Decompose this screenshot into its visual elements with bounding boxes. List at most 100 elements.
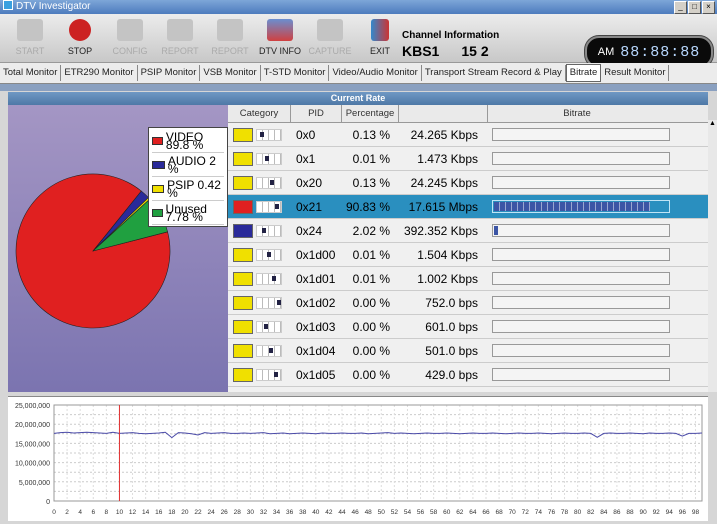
window-title: DTV Investigator — [16, 1, 91, 12]
bitrate-bar — [492, 176, 670, 189]
y-tick-label: 10,000,000 — [15, 461, 50, 468]
bitrate-bar-cell — [484, 128, 670, 141]
clock-ampm: AM — [597, 46, 615, 58]
bitrate-bar-fill — [494, 202, 651, 211]
clock-time: 88:88:88 — [620, 43, 701, 61]
table-row[interactable]: 0x1d03 0.00 % 601.0 bps — [228, 315, 708, 339]
report-2-button[interactable]: REPORT — [206, 16, 254, 60]
exit-button[interactable]: EXIT — [356, 16, 404, 60]
table-row[interactable]: 0x24 2.02 % 392.352 Kbps — [228, 219, 708, 243]
x-tick-label: 90 — [639, 509, 647, 516]
close-icon[interactable]: × — [702, 1, 715, 14]
category-mini-indicator — [256, 248, 282, 261]
pid-cell: 0x1d03 — [296, 319, 336, 334]
bitrate-bar — [492, 272, 670, 285]
tab-ts-record-play[interactable]: Transport Stream Record & Play — [422, 65, 566, 81]
category-cell — [228, 199, 290, 214]
table-row[interactable]: 0x20 0.13 % 24.245 Kbps — [228, 171, 708, 195]
x-tick-label: 16 — [155, 509, 163, 516]
rate-cell: 601.0 bps — [425, 319, 478, 334]
tab-total-monitor[interactable]: Total Monitor — [0, 65, 62, 81]
x-tick-label: 26 — [221, 509, 229, 516]
legend-swatch — [152, 160, 165, 169]
bitrate-bar-cell — [484, 320, 670, 333]
table-row[interactable]: 0x1 0.01 % 1.473 Kbps — [228, 147, 708, 171]
percentage-cell: 0.01 % — [352, 271, 390, 286]
scroll-up-icon[interactable]: ▲ — [708, 120, 717, 129]
tab-etr290-monitor[interactable]: ETR290 Monitor — [61, 65, 138, 81]
x-tick-label: 24 — [207, 509, 215, 516]
x-tick-label: 40 — [312, 509, 320, 516]
category-color-swatch — [233, 247, 253, 262]
x-tick-label: 82 — [587, 509, 595, 516]
x-tick-label: 0 — [52, 509, 56, 516]
table-scrollbar[interactable]: ▲ — [708, 120, 717, 392]
col-bitrate[interactable]: Bitrate — [488, 105, 666, 122]
category-cell — [228, 223, 290, 238]
exit-door-icon — [371, 19, 389, 41]
tab-result-monitor[interactable]: Result Monitor — [601, 65, 670, 81]
capture-button[interactable]: CAPTURE — [306, 16, 354, 60]
monitor-tabs: Total Monitor ETR290 Monitor PSIP Monito… — [0, 63, 717, 84]
table-row[interactable]: 0x1d04 0.00 % 501.0 bps — [228, 339, 708, 363]
tab-tstd-monitor[interactable]: T-STD Monitor — [261, 65, 330, 81]
category-mini-indicator — [256, 368, 282, 381]
table-row[interactable]: 0x0 0.13 % 24.265 Kbps — [228, 123, 708, 147]
percentage-cell: 0.13 % — [352, 175, 390, 190]
category-mini-indicator — [256, 272, 282, 285]
capture-icon — [317, 19, 343, 41]
tab-video-audio-monitor[interactable]: Video/Audio Monitor — [329, 65, 422, 81]
x-tick-label: 62 — [456, 509, 464, 516]
maximize-icon[interactable]: □ — [688, 1, 701, 14]
col-category[interactable]: Category — [228, 105, 291, 122]
bitrate-bar-cell — [484, 224, 670, 237]
x-tick-label: 64 — [469, 509, 477, 516]
tab-psip-monitor[interactable]: PSIP Monitor — [138, 65, 201, 81]
dtv-info-button[interactable]: DTV INFO — [256, 16, 304, 60]
document-icon — [217, 19, 243, 41]
rate-cell: 24.265 Kbps — [410, 127, 478, 142]
x-tick-label: 66 — [482, 509, 490, 516]
start-button[interactable]: START — [6, 16, 54, 60]
report-button[interactable]: REPORT — [156, 16, 204, 60]
table-body: 0x0 0.13 % 24.265 Kbps 0x1 0.01 % 1.473 Kbps 0… — [228, 123, 708, 387]
col-percentage[interactable]: Percentage — [342, 105, 399, 122]
bitrate-bar — [492, 296, 670, 309]
x-tick-label: 50 — [378, 509, 386, 516]
col-rate[interactable] — [399, 105, 488, 122]
minimize-icon[interactable]: _ — [674, 1, 687, 14]
bitrate-bar-cell — [484, 272, 670, 285]
x-tick-label: 78 — [561, 509, 569, 516]
legend-item-unused: Unused 7.78 % — [152, 201, 224, 225]
col-pid[interactable]: PID — [291, 105, 342, 122]
x-tick-label: 74 — [535, 509, 543, 516]
title-bar: DTV Investigator _ □ × — [0, 0, 717, 14]
tab-bitrate[interactable]: Bitrate — [565, 64, 602, 82]
tab-vsb-monitor[interactable]: VSB Monitor — [200, 65, 261, 81]
bitrate-bar-cell — [484, 176, 670, 189]
monitor-icon — [17, 19, 43, 41]
pid-cell: 0x21 — [296, 199, 323, 214]
legend-item-video: VIDEO 89.8 % — [152, 129, 224, 153]
stop-button[interactable]: STOP — [56, 16, 104, 60]
percentage-cell: 0.00 % — [352, 367, 390, 382]
x-tick-label: 86 — [613, 509, 621, 516]
table-row[interactable]: 0x1d01 0.01 % 1.002 Kbps — [228, 267, 708, 291]
table-row[interactable]: 0x1d02 0.00 % 752.0 bps — [228, 291, 708, 315]
x-tick-label: 20 — [181, 509, 189, 516]
percentage-cell: 0.00 % — [352, 295, 390, 310]
x-tick-label: 46 — [351, 509, 359, 516]
report-icon — [167, 19, 193, 41]
table-row[interactable]: 0x1d05 0.00 % 429.0 bps — [228, 363, 708, 387]
x-tick-label: 76 — [548, 509, 556, 516]
table-row[interactable]: 0x21 90.83 % 17.615 Mbps — [228, 195, 708, 219]
pid-cell: 0x1d00 — [296, 247, 336, 262]
x-tick-label: 60 — [443, 509, 451, 516]
x-tick-label: 14 — [142, 509, 150, 516]
y-tick-label: 5,000,000 — [19, 480, 50, 487]
category-color-swatch — [233, 343, 253, 358]
config-button[interactable]: CONFIG — [106, 16, 154, 60]
table-row[interactable]: 0x1d00 0.01 % 1.504 Kbps — [228, 243, 708, 267]
rate-cell: 24.245 Kbps — [410, 175, 478, 190]
x-tick-label: 12 — [129, 509, 137, 516]
